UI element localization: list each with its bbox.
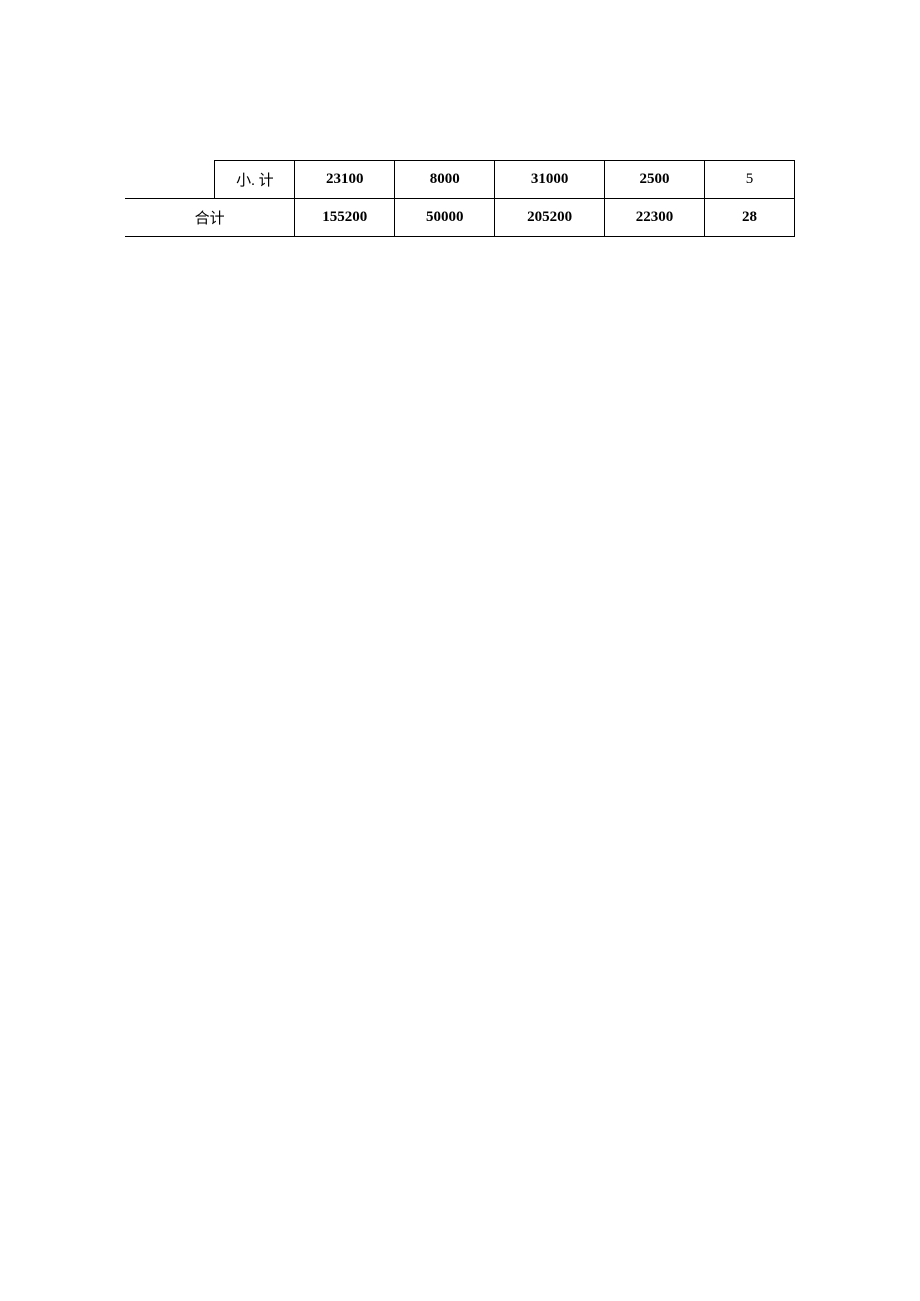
subtotal-v5: 5 <box>705 161 795 199</box>
subtotal-v2: 8000 <box>395 161 495 199</box>
table-row: 合计 155200 50000 205200 22300 28 <box>125 199 795 237</box>
total-v2: 50000 <box>395 199 495 237</box>
data-table: 小. 计 23100 8000 31000 2500 5 合计 155200 5… <box>125 160 795 237</box>
subtotal-v3: 31000 <box>495 161 605 199</box>
total-v4: 22300 <box>605 199 705 237</box>
total-v5: 28 <box>705 199 795 237</box>
table-row: 小. 计 23100 8000 31000 2500 5 <box>125 161 795 199</box>
table-container: 小. 计 23100 8000 31000 2500 5 合计 155200 5… <box>125 160 795 237</box>
total-v1: 155200 <box>295 199 395 237</box>
total-label-cell: 合计 <box>125 199 295 237</box>
blank-cell <box>125 161 215 199</box>
total-v3: 205200 <box>495 199 605 237</box>
subtotal-v1: 23100 <box>295 161 395 199</box>
subtotal-label-cell: 小. 计 <box>215 161 295 199</box>
subtotal-v4: 2500 <box>605 161 705 199</box>
